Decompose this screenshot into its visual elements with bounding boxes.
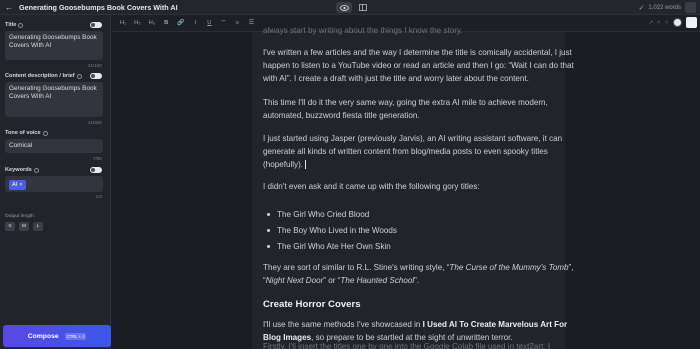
split-view-button[interactable]	[355, 2, 371, 13]
info-icon	[33, 167, 39, 173]
book-title: The Curse of the Mummy's Tomb	[449, 263, 569, 272]
section-heading: Create Horror Covers	[263, 299, 361, 310]
title-toggle[interactable]	[90, 22, 102, 28]
bold-button[interactable]: B	[163, 20, 169, 26]
quote-button[interactable]: “”	[220, 20, 226, 26]
heading-3-button[interactable]: H₃	[149, 20, 156, 26]
top-bar: ← Generating Goosebumps Book Covers With…	[0, 0, 700, 15]
paragraph-fragment: always start by writing about the things…	[263, 26, 463, 35]
content-description-label: Content description / brief	[5, 73, 82, 79]
book-title: Night Next Door	[265, 276, 324, 285]
view-toggle	[336, 2, 371, 13]
keywords-counter: 1/3	[95, 194, 102, 199]
compose-shortcut: CTRL + J	[64, 332, 87, 340]
fullscreen-icon[interactable]: ↗	[649, 20, 654, 26]
compose-label: Compose	[27, 332, 59, 340]
tone-of-voice-counter: 7/50	[93, 156, 102, 161]
info-icon	[76, 73, 82, 79]
list-item: The Girl Who Cried Blood	[263, 208, 369, 221]
output-length-options: S M L	[5, 222, 43, 231]
eye-icon	[339, 4, 349, 11]
paragraph-2: This time I'll do it the very same way, …	[263, 98, 548, 120]
info-icon	[18, 22, 24, 28]
document-title[interactable]: Generating Goosebumps Book Covers With A…	[19, 3, 178, 12]
italic-button[interactable]: I	[192, 20, 198, 26]
output-length-m[interactable]: M	[19, 222, 29, 231]
title-field[interactable]: Generating Goosebumps Book Covers With A…	[5, 31, 103, 60]
preview-eye-button[interactable]	[336, 2, 352, 13]
title-counter: 41/150	[87, 63, 102, 68]
paragraph-7: Firstly, I'll insert the titles one by o…	[263, 342, 551, 349]
content-description-toggle[interactable]	[90, 73, 102, 79]
keywords-field[interactable]: AI ×	[5, 176, 103, 192]
list-item: The Girl Who Ate Her Own Skin	[263, 240, 391, 253]
close-icon[interactable]: ×	[19, 181, 22, 189]
keyword-chip[interactable]: AI ×	[9, 180, 26, 190]
numbered-list-button[interactable]: ☰	[248, 20, 254, 26]
book-title: The Haunted School	[340, 276, 415, 285]
keywords-toggle[interactable]	[90, 167, 102, 173]
paragraph-1: I've written a few articles and the way …	[263, 48, 574, 83]
list-item: The Boy Who Lived in the Woods	[263, 224, 397, 237]
paragraph-5: They are sort of similar to R.L. Stine's…	[263, 263, 574, 285]
title-label: Title	[5, 22, 24, 28]
content-description-field[interactable]: Generating Goosebumps Book Covers With A…	[5, 82, 103, 117]
output-length-label: Output length	[5, 214, 34, 219]
text-cursor	[305, 160, 307, 170]
word-count: 1,022 words	[648, 4, 681, 11]
top-right-controls: ✓ 1,022 words	[638, 2, 696, 13]
tone-of-voice-field[interactable]: Comical	[5, 139, 103, 153]
split-view-icon	[359, 4, 367, 11]
menu-button[interactable]	[685, 2, 696, 13]
tone-of-voice-label: Tone of voice	[5, 130, 48, 136]
content-description-counter: 41/600	[87, 120, 102, 125]
color-swatch-button[interactable]	[686, 17, 697, 28]
output-length-l[interactable]: L	[33, 222, 43, 231]
paragraph-4: I didn't even ask and it came up with th…	[263, 182, 480, 191]
keywords-label: Keywords	[5, 167, 39, 173]
output-length-s[interactable]: S	[5, 222, 15, 231]
link-icon[interactable]: 🔗	[177, 20, 184, 26]
sidebar: Title Generating Goosebumps Book Covers …	[0, 15, 111, 349]
info-icon	[42, 130, 48, 136]
heading-2-button[interactable]: H₂	[134, 20, 140, 26]
underline-button[interactable]: U	[206, 20, 212, 26]
check-icon: ✓	[638, 4, 645, 12]
compose-button[interactable]: Compose CTRL + J	[3, 325, 111, 347]
paragraph-3: I just started using Jasper (previously …	[263, 134, 563, 170]
heading-1-button[interactable]: H₁	[120, 20, 126, 26]
app-window: ← Generating Goosebumps Book Covers With…	[0, 0, 700, 349]
editor-right-controls: ↗ × ✧	[649, 17, 697, 28]
theme-toggle[interactable]	[673, 18, 682, 27]
sparkle-icon[interactable]: ✧	[664, 20, 669, 26]
arrow-left-icon[interactable]: ←	[2, 3, 16, 12]
bullet-list-button[interactable]: ≡	[234, 20, 240, 26]
close-icon[interactable]: ×	[657, 20, 660, 26]
